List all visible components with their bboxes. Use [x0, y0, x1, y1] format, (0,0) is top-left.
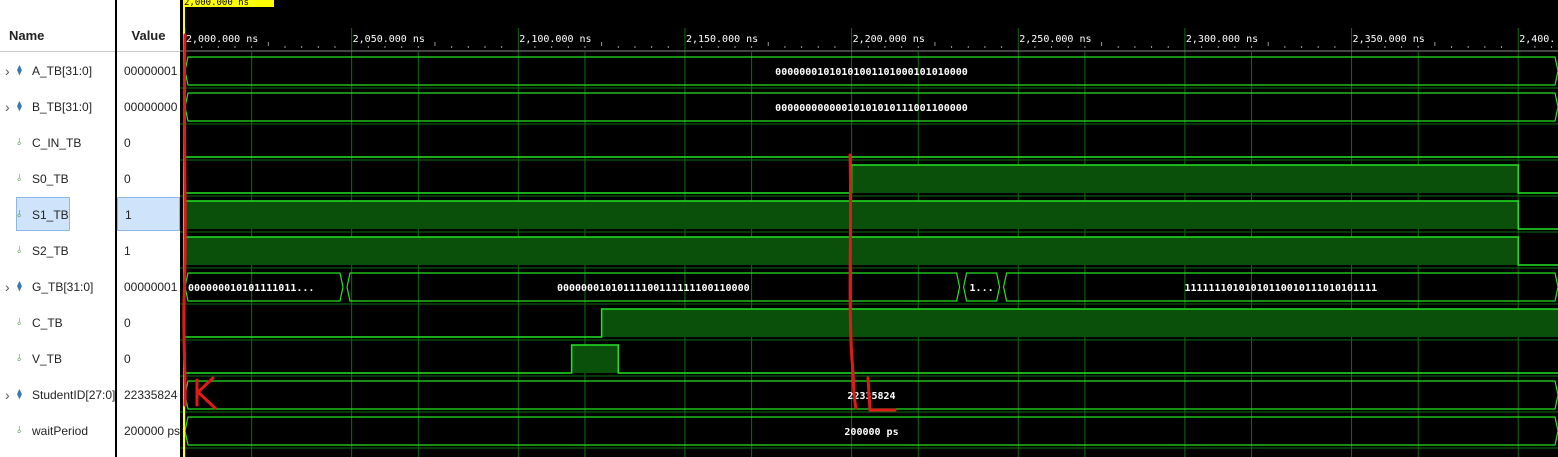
- bit-signal-icon: ⫰: [17, 353, 22, 364]
- bus-signal-icon: ⧫: [17, 281, 22, 292]
- bus-value-label: 11111110101010110010111010101111: [1184, 283, 1377, 294]
- bus-signal-icon: ⧫: [17, 389, 22, 400]
- bit-high-fill: [571, 345, 619, 373]
- time-tick-label: 2,300.000 ns: [1186, 34, 1258, 45]
- signal-name: G_TB[31:0]: [32, 280, 94, 294]
- expand-chevron-icon[interactable]: ›: [5, 53, 10, 89]
- signal-name: S0_TB: [32, 172, 69, 186]
- signal-name: B_TB[31:0]: [32, 100, 93, 114]
- signal-name-row[interactable]: ⫰ V_TB: [0, 341, 115, 377]
- bus-value-label: 200000 ps: [844, 427, 898, 438]
- signal-value: 00000001: [124, 280, 178, 294]
- bus-value-label: 000000010101111011...: [188, 283, 314, 294]
- signal-name: waitPeriod: [32, 424, 89, 438]
- signal-name: StudentID[27:0]: [32, 388, 116, 402]
- waveform-canvas[interactable]: 2,000.000 ns 2,050.000 ns 2,100.000 ns 2,15…: [180, 0, 1558, 457]
- bit-signal-icon: ⫰: [17, 245, 22, 256]
- expand-chevron-icon[interactable]: ›: [5, 269, 10, 305]
- cursor-time-label: 2,000.000 ns: [184, 0, 274, 7]
- time-tick-label: 2,200.000 ns: [853, 34, 925, 45]
- signal-value: 200000 ps: [124, 424, 180, 438]
- bit-high-fill: [601, 309, 1558, 337]
- annotation-mark-k: [195, 376, 217, 410]
- signal-name-row[interactable]: ⫰ S0_TB: [0, 161, 115, 197]
- signal-name: S1_TB: [32, 208, 69, 222]
- value-column-header[interactable]: Value: [117, 20, 180, 52]
- signal-name-row[interactable]: › ⧫ StudentID[27:0]: [0, 377, 115, 413]
- time-tick-label: 2,000.000 ns: [186, 34, 258, 45]
- signal-name-row[interactable]: ⫰ C_IN_TB: [0, 125, 115, 161]
- bit-high-fill: [851, 165, 1519, 193]
- signal-name-row[interactable]: ⫰ waitPeriod: [0, 413, 115, 449]
- signal-name: C_TB: [32, 316, 63, 330]
- signal-value: 0: [124, 316, 131, 330]
- expand-chevron-icon[interactable]: ›: [5, 377, 10, 413]
- signal-name-row[interactable]: ⫰ C_TB: [0, 305, 115, 341]
- time-tick-label: 2,050.000 ns: [353, 34, 425, 45]
- signal-value: 00000001: [124, 64, 178, 78]
- signal-value: 22335824: [124, 388, 178, 402]
- bus-value-label: 1...: [970, 283, 994, 294]
- time-tick-label: 2,250.000 ns: [1019, 34, 1091, 45]
- signal-name: C_IN_TB: [32, 136, 82, 150]
- signal-value: 0: [124, 136, 131, 150]
- signal-value: 0: [124, 352, 131, 366]
- time-tick-label: 2,100.000 ns: [519, 34, 591, 45]
- name-column-header[interactable]: Name: [0, 20, 115, 52]
- bus-value-label: 00000001010101001101000101010000: [775, 67, 968, 78]
- bit-signal-icon: ⫰: [17, 209, 22, 220]
- bit-signal-icon: ⫰: [17, 317, 22, 328]
- signal-name: V_TB: [32, 352, 63, 366]
- signal-value: 0: [124, 172, 131, 186]
- bit-signal-icon: ⫰: [17, 137, 22, 148]
- bus-signal-icon: ⧫: [17, 101, 22, 112]
- time-tick-label: 2,350.000 ns: [1353, 34, 1425, 45]
- bus-value-label: 00000001010111100111111100110000: [557, 283, 750, 294]
- bus-signal-icon: ⧫: [17, 65, 22, 76]
- time-tick-label: 2,400.: [1519, 34, 1555, 45]
- bit-signal-icon: ⫰: [17, 173, 22, 184]
- time-tick-label: 2,150.000 ns: [686, 34, 758, 45]
- signal-name: S2_TB: [32, 244, 69, 258]
- signal-name: A_TB[31:0]: [32, 64, 93, 78]
- bit-signal-icon: ⫰: [17, 425, 22, 436]
- signal-value: 00000000: [124, 100, 178, 114]
- annotation-stroke-left: [182, 33, 187, 407]
- signal-name-row[interactable]: › ⧫ A_TB[31:0]: [0, 53, 115, 89]
- signal-name-row[interactable]: ⫰ S2_TB: [0, 233, 115, 269]
- expand-chevron-icon[interactable]: ›: [5, 89, 10, 125]
- signal-name-row[interactable]: ⫰ S1_TB: [0, 197, 115, 233]
- signal-name-row[interactable]: › ⧫ G_TB[31:0]: [0, 269, 115, 305]
- signal-name-row[interactable]: › ⧫ B_TB[31:0]: [0, 89, 115, 125]
- signal-value: 1: [117, 197, 180, 231]
- signal-value: 1: [124, 244, 131, 258]
- bus-value-label: 00000000000010101010111001100000: [775, 103, 968, 114]
